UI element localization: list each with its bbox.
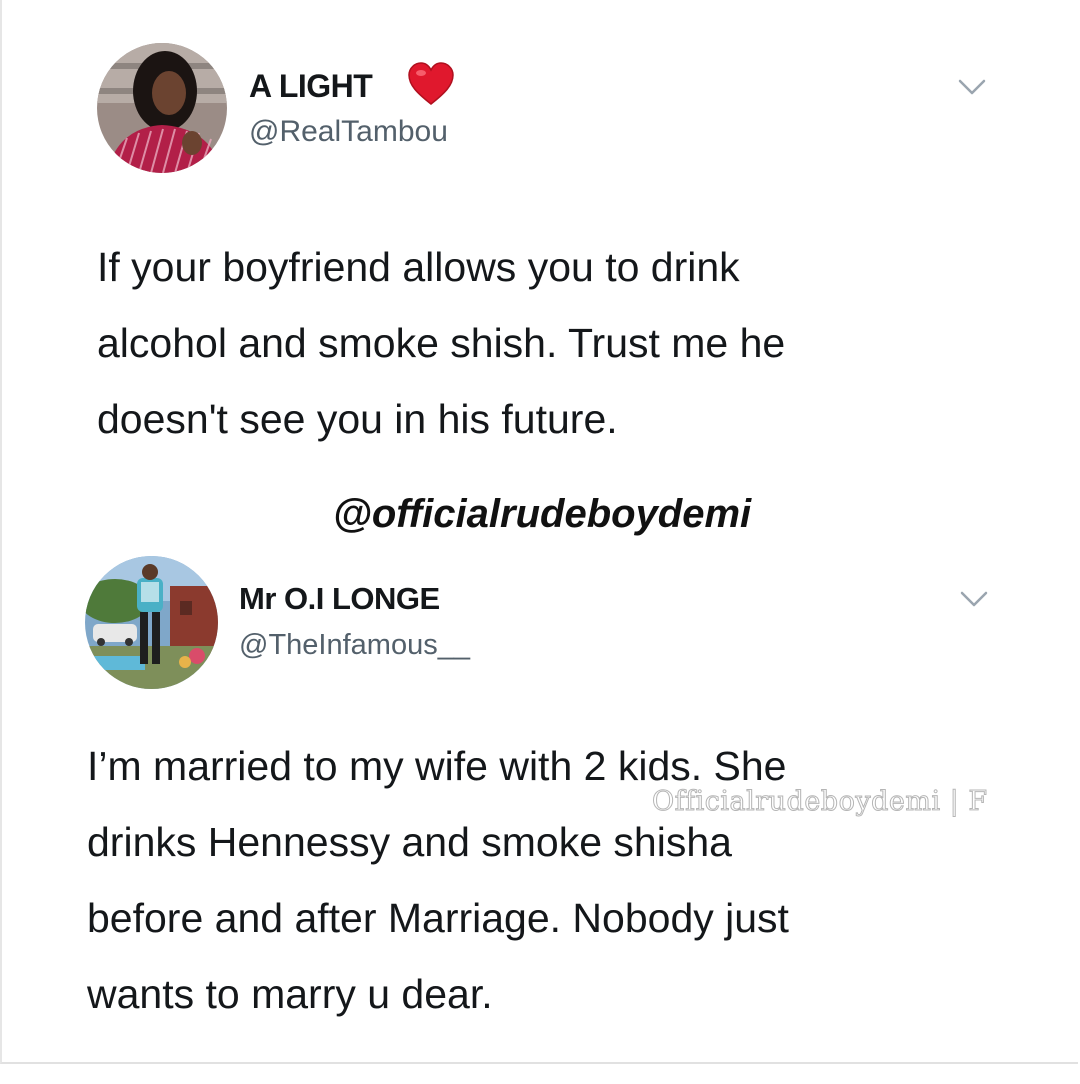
chevron-down-icon[interactable] — [959, 589, 989, 609]
user-handle[interactable]: @RealTambou — [249, 115, 448, 149]
avatar[interactable] — [85, 556, 218, 689]
screenshot-frame: A LIGHT @RealTambou If your boyfriend al… — [0, 0, 1078, 1064]
avatar-image — [85, 556, 218, 689]
tweet-text-line: wants to marry u dear. — [87, 971, 493, 1017]
avatar-image — [97, 43, 227, 173]
tweet-text-line: alcohol and smoke shish. Trust me he — [97, 320, 786, 366]
tweet-text: I’m married to my wife with 2 kids. She … — [87, 728, 789, 1032]
tweet-text-line: before and after Marriage. Nobody just — [87, 895, 789, 941]
tweet-text-line: If your boyfriend allows you to drink — [97, 244, 740, 290]
avatar[interactable] — [97, 43, 227, 173]
watermark: Officialrudeboydemi | F — [652, 786, 988, 818]
heart-icon — [408, 62, 454, 105]
user-handle[interactable]: @TheInfamous__ — [239, 629, 470, 662]
promo-tag: @officialrudeboydemi — [332, 492, 752, 536]
display-name[interactable]: A LIGHT — [249, 68, 373, 105]
tweet-text-line: doesn't see you in his future. — [97, 396, 618, 442]
display-name[interactable]: Mr O.I LONGE — [239, 581, 440, 617]
chevron-down-icon[interactable] — [957, 77, 987, 97]
tweet-text: If your boyfriend allows you to drink al… — [97, 229, 785, 457]
